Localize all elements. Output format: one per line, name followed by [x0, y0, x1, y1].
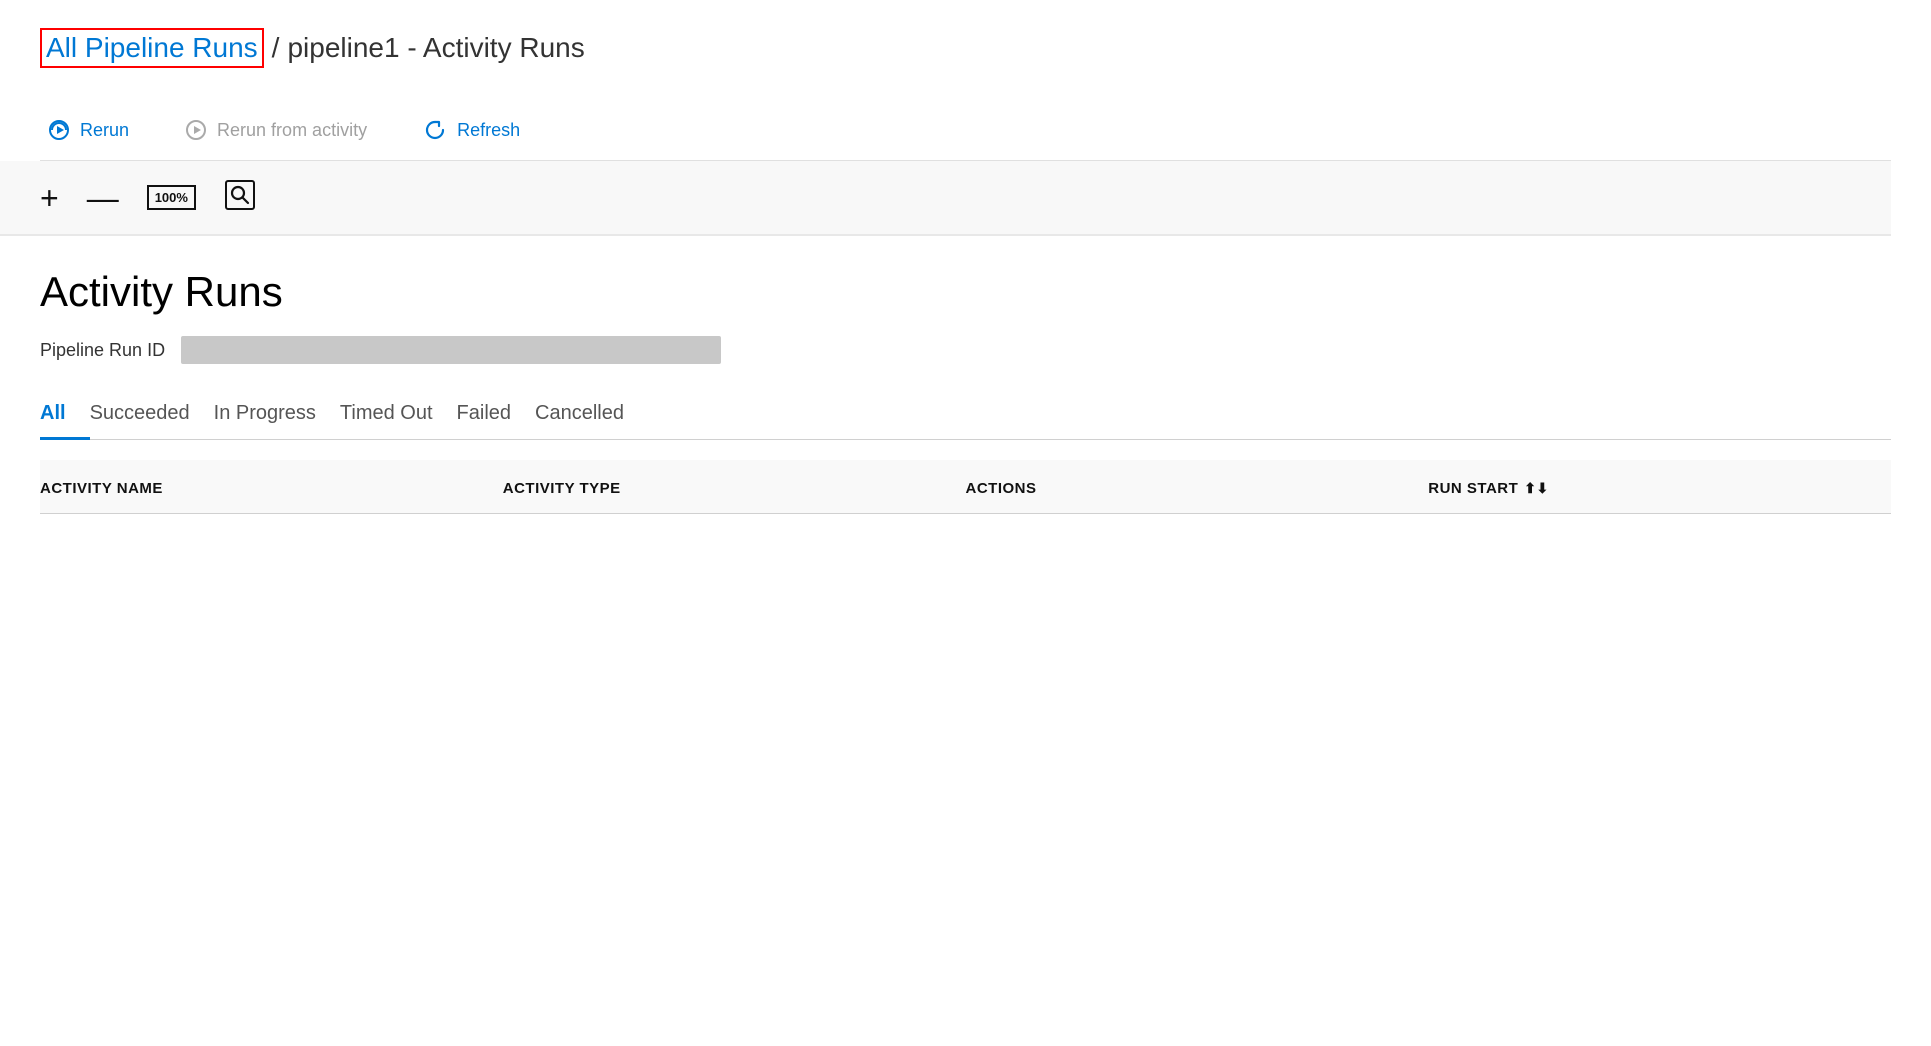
col-header-run-start[interactable]: RUN START ⬆⬇ [1428, 480, 1891, 497]
tab-succeeded[interactable]: Succeeded [90, 392, 214, 440]
refresh-icon [423, 118, 447, 142]
rerun-icon [48, 119, 70, 141]
col-header-run-start-label: RUN START [1428, 480, 1518, 497]
zoom-search-icon [224, 179, 256, 216]
table-header: ACTIVITY NAME ACTIVITY TYPE ACTIONS RUN … [40, 460, 1891, 514]
zoom-toolbar: + — 100% [0, 161, 1891, 236]
tab-timed-out[interactable]: Timed Out [340, 392, 457, 440]
zoom-100-button[interactable]: 100% [147, 185, 196, 210]
breadcrumb-separator: / [272, 32, 280, 64]
tab-all[interactable]: All [40, 392, 90, 440]
pipeline-run-id-row: Pipeline Run ID [40, 336, 1891, 364]
toolbar: Rerun Rerun from activity Refresh [40, 100, 1891, 161]
zoom-in-icon: + [40, 182, 59, 214]
zoom-in-button[interactable]: + [40, 182, 59, 214]
col-header-actions: ACTIONS [966, 480, 1429, 497]
zoom-search-button[interactable] [224, 179, 256, 216]
col-header-activity-type: ACTIVITY TYPE [503, 480, 966, 497]
page-container: All Pipeline Runs / pipeline1 - Activity… [0, 0, 1931, 542]
tab-failed[interactable]: Failed [457, 392, 535, 440]
rerun-from-activity-button[interactable]: Rerun from activity [177, 115, 375, 145]
pipeline-run-id-value [181, 336, 721, 364]
tab-cancelled[interactable]: Cancelled [535, 392, 648, 440]
rerun-from-activity-label: Rerun from activity [217, 120, 367, 141]
activity-runs-section: Activity Runs Pipeline Run ID All Succee… [40, 236, 1891, 514]
rerun-label: Rerun [80, 120, 129, 141]
zoom-out-icon: — [87, 182, 119, 214]
breadcrumb-current: pipeline1 - Activity Runs [287, 32, 584, 64]
refresh-label: Refresh [457, 120, 520, 141]
refresh-button[interactable]: Refresh [415, 114, 528, 146]
tabs: All Succeeded In Progress Timed Out Fail… [40, 392, 1891, 440]
zoom-100-icon: 100% [147, 185, 196, 210]
tab-in-progress[interactable]: In Progress [214, 392, 340, 440]
sort-icon: ⬆⬇ [1524, 480, 1548, 497]
zoom-out-button[interactable]: — [87, 182, 119, 214]
col-header-activity-name: ACTIVITY NAME [40, 480, 503, 497]
all-pipeline-runs-link[interactable]: All Pipeline Runs [40, 28, 264, 68]
rerun-from-activity-icon [185, 119, 207, 141]
pipeline-run-id-label: Pipeline Run ID [40, 340, 165, 361]
breadcrumb: All Pipeline Runs / pipeline1 - Activity… [40, 28, 1891, 68]
section-title: Activity Runs [40, 268, 1891, 316]
rerun-button[interactable]: Rerun [40, 115, 137, 145]
